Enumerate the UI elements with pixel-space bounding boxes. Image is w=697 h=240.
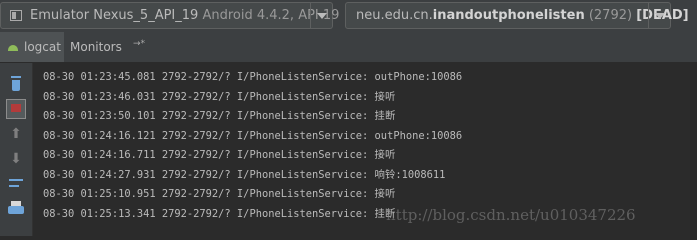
tab-strip: logcat Monitors →*: [0, 32, 697, 63]
logcat-side-toolbar: ⬆ ⬇: [0, 63, 33, 236]
log-line: 08-30 01:25:10.951 2792-2792/? I/PhoneLi…: [43, 188, 396, 200]
watermark: http://blog.csdn.net/u010347226: [386, 206, 636, 224]
tab-monitors-label: Monitors: [70, 40, 122, 54]
print-icon[interactable]: [7, 200, 25, 218]
log-line: 08-30 01:24:16.711 2792-2792/? I/PhoneLi…: [43, 149, 396, 161]
tab-logcat[interactable]: logcat: [0, 32, 64, 62]
android-icon: [8, 41, 18, 51]
pin-icon[interactable]: →*: [133, 39, 145, 49]
chevron-down-icon[interactable]: [310, 3, 332, 28]
process-app: inandoutphonelisten: [432, 8, 585, 23]
scroll-to-end-icon[interactable]: [6, 99, 26, 119]
device-name: Emulator Nexus_5_API_19: [30, 8, 199, 23]
emulator-icon: [10, 10, 22, 21]
soft-wrap-icon[interactable]: [7, 175, 25, 193]
tab-logcat-label: logcat: [24, 40, 61, 54]
up-arrow-icon[interactable]: ⬆: [7, 125, 25, 143]
trash-icon[interactable]: [7, 75, 25, 93]
down-arrow-icon[interactable]: ⬇: [7, 150, 25, 168]
process-selector[interactable]: neu.edu.cn.inandoutphonelisten (2792) [D…: [345, 2, 689, 29]
device-selector[interactable]: Emulator Nexus_5_API_19 Android 4.4.2, A…: [0, 2, 339, 29]
process-prefix: neu.edu.cn.: [356, 8, 433, 23]
process-pid: (2792): [588, 8, 633, 23]
log-line: 08-30 01:23:45.081 2792-2792/? I/PhoneLi…: [43, 71, 463, 83]
log-line: 08-30 01:25:13.341 2792-2792/? I/PhoneLi…: [43, 207, 396, 220]
log-line: 08-30 01:24:16.121 2792-2792/? I/PhoneLi…: [43, 129, 463, 142]
log-line: 08-30 01:23:50.101 2792-2792/? I/PhoneLi…: [43, 110, 396, 122]
device-toolbar: Emulator Nexus_5_API_19 Android 4.4.2, A…: [0, 0, 697, 32]
log-line: 08-30 01:24:27.931 2792-2792/? I/PhoneLi…: [43, 168, 446, 181]
chevron-down-icon[interactable]: [648, 3, 670, 28]
log-line: 08-30 01:23:46.031 2792-2792/? I/PhoneLi…: [43, 90, 396, 103]
tab-monitors[interactable]: Monitors →*: [64, 32, 145, 62]
